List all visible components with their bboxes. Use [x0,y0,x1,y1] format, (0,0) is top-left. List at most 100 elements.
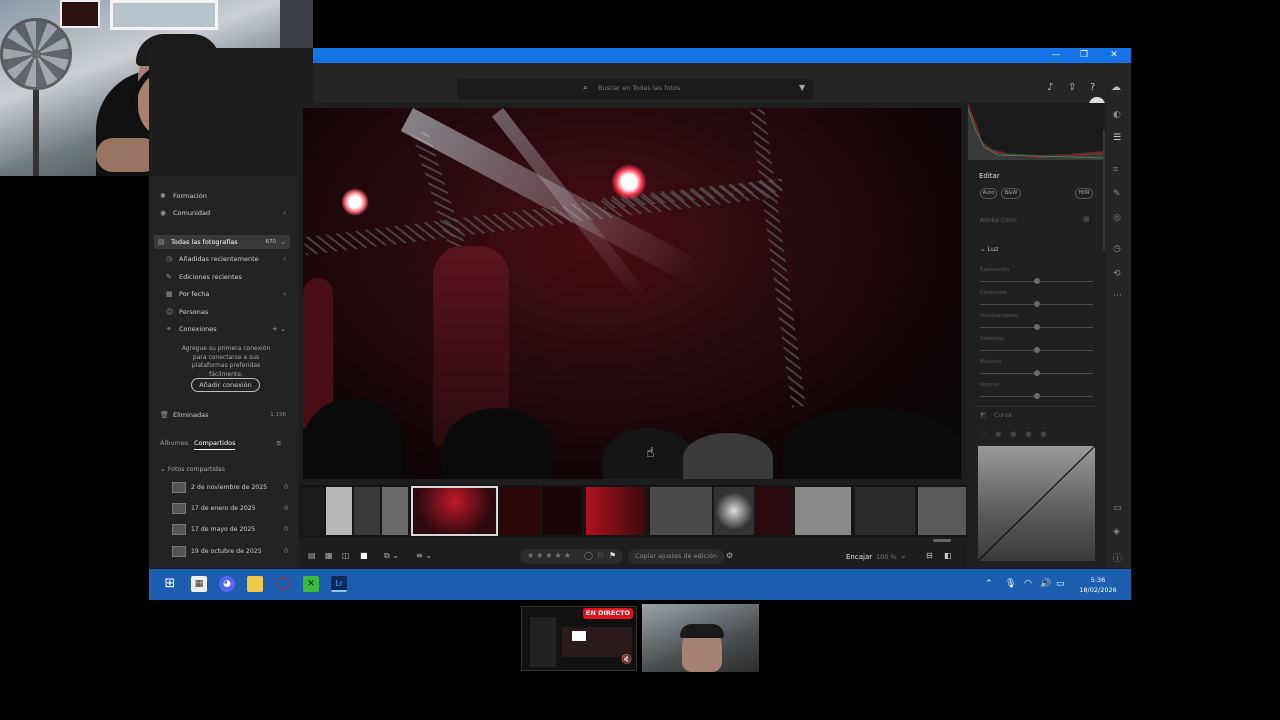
crop-view-icon[interactable]: ⧉ ⌄ [384,551,399,561]
exposure-knob[interactable] [1034,278,1040,284]
tab-shared[interactable]: Compartidos [194,439,236,450]
sort-order-icon[interactable]: ≡ ⌄ [416,551,432,560]
fit-button[interactable]: Encajar [846,553,872,561]
sidebar-item-people[interactable]: ☺ Personas [166,305,208,319]
list-item[interactable]: 17 de mayo de 2025 0 [172,521,290,539]
film-thumb[interactable] [326,487,352,535]
tab-albums[interactable]: Álbumes [160,439,188,447]
start-icon[interactable]: ⊞ [162,576,178,592]
bell-icon[interactable]: ♪ [1047,82,1053,93]
reject-icon[interactable]: ◯ [584,551,593,560]
settings-gear-icon[interactable]: ⚙ [726,551,733,560]
grid-view-icon[interactable]: ▦ [325,551,333,560]
lightroom-icon[interactable]: Lr [331,576,347,592]
sidebar-item-by-date[interactable]: ▦ Por fecha ‹ [166,287,290,301]
hdr-button[interactable]: HDR [1075,188,1093,199]
main-photo[interactable] [303,108,961,479]
crop-icon[interactable]: ⌗ [1113,165,1118,175]
blacks-knob[interactable] [1034,393,1040,399]
light-section-header[interactable]: ⌄ Luz [980,245,999,253]
add-connection-icon[interactable]: + ⌄ [272,322,286,336]
film-thumb[interactable] [756,487,792,535]
square-grid-icon[interactable]: ◫ [342,551,350,560]
mask-icon[interactable]: ◎ [1113,213,1121,223]
chevron-down-icon[interactable]: ⌄ [900,551,907,560]
tone-curve[interactable] [978,446,1095,561]
curve-channel-icons[interactable]: ○●●●● [980,430,1056,438]
whites-knob[interactable] [1034,370,1040,376]
comment-icon[interactable]: ▭ [1113,503,1122,513]
film-thumb[interactable] [382,487,408,535]
shadows-knob[interactable] [1034,347,1040,353]
store-icon[interactable]: ▦ [191,576,207,592]
sidebar-item-comunidad[interactable]: ◉ Comunidad ‹ [160,206,290,220]
detail-view-icon[interactable]: ■ [360,551,368,560]
film-thumb[interactable] [650,487,712,535]
heal-icon[interactable]: ✎ [1113,189,1121,199]
edit-sliders-icon[interactable]: ☰ [1113,133,1121,143]
highlights-knob[interactable] [1034,324,1040,330]
tag-icon[interactable]: ◈ [1113,527,1120,537]
mic-icon[interactable]: 🎙 [1005,579,1016,589]
history-icon[interactable]: ◷ [1113,244,1121,254]
list-view-icon[interactable]: ▤ [308,551,316,560]
sort-icon[interactable]: ≡ [276,439,281,447]
opera-icon[interactable]: ◯ [275,576,291,592]
xbox-icon[interactable]: ✕ [303,576,319,592]
filmstrip-scrollbar[interactable] [933,539,951,542]
profile-browse-icon[interactable]: ▦ [1083,215,1090,223]
battery-icon[interactable]: ▭ [1056,579,1065,589]
restore-icon[interactable]: ❐ [1070,48,1098,63]
copy-settings-button[interactable]: Copiar ajustes de edición [628,549,724,564]
film-thumb[interactable] [586,487,646,535]
shared-photos-header[interactable]: ⌄ Fotos compartidas [160,462,225,476]
filter-icon[interactable]: ▼ [799,83,805,92]
close-icon[interactable]: ✕ [1100,48,1128,63]
contrast-knob[interactable] [1034,301,1040,307]
sidebar-item-formacion[interactable]: ✺ Formación [160,189,207,203]
taskbar-clock[interactable]: 5:36 18/02/2026 [1074,575,1122,595]
more-icon[interactable]: ⋯ [1113,291,1122,301]
folder-icon[interactable] [247,576,263,592]
film-thumb[interactable] [300,487,324,535]
wifi-icon[interactable]: ◠ [1024,579,1032,589]
sidebar-item-recent-added[interactable]: ◷ Añadidas recientemente ‹ [166,252,290,266]
curve-section-label[interactable]: Curva [994,412,1012,419]
flag-icon[interactable]: ⚑ [609,551,616,560]
before-after-icon[interactable]: ◧ [944,551,952,560]
film-thumb[interactable] [500,487,540,535]
compare-icon[interactable]: ⊟ [926,551,933,560]
list-item[interactable]: 2 de noviembre de 2025 0 [172,479,290,497]
film-thumb[interactable] [795,487,851,535]
film-thumb[interactable] [855,487,915,535]
sidebar-item-connections[interactable]: ⚭ Conexiones + ⌄ [166,322,290,336]
sidebar-item-deleted[interactable]: 🗑 Eliminadas 1.196 [160,408,290,422]
volume-icon[interactable]: 🔊 [1040,579,1051,589]
film-thumb[interactable] [354,487,380,535]
auto-button[interactable]: Auto [980,188,997,199]
flag-outline-icon[interactable]: ⚐ [597,551,604,560]
list-item[interactable]: 19 de octubre de 2025 0 [172,543,290,561]
help-icon[interactable]: ? [1090,82,1095,93]
mute-icon[interactable]: 🔇 [621,655,632,665]
bw-button[interactable]: B&W [1001,188,1021,199]
presets-icon[interactable]: ⟲ [1113,269,1121,279]
sidebar-item-all-photos[interactable]: ▤ Todas las fotografías 670 ⌄ [158,235,288,249]
info-icon[interactable]: ⓘ [1113,551,1122,564]
tray-chevron-icon[interactable]: ⌃ [985,579,993,589]
film-thumb[interactable] [918,487,966,535]
profile-select[interactable]: Adobe Color [980,217,1017,224]
list-item[interactable]: 17 de enero de 2025 0 [172,500,290,518]
add-connection-button[interactable]: Añadir conexión [191,378,260,392]
minimize-icon[interactable]: — [1042,48,1070,63]
discord-icon[interactable]: ◕ [219,576,235,592]
zoom-select[interactable]: 100 % [876,553,897,561]
film-thumb[interactable] [714,487,754,535]
sidebar-item-recent-edits[interactable]: ✎ Ediciones recientes [166,270,242,284]
panel-scrollbar[interactable] [1103,130,1105,250]
auto-enhance-icon[interactable]: ◐ [1113,110,1121,120]
share-icon[interactable]: ⇪ [1068,82,1076,93]
film-thumb[interactable] [542,487,582,535]
cloud-icon[interactable]: ☁ [1111,82,1121,93]
rating-stars[interactable]: ★★★★★ [527,551,573,560]
